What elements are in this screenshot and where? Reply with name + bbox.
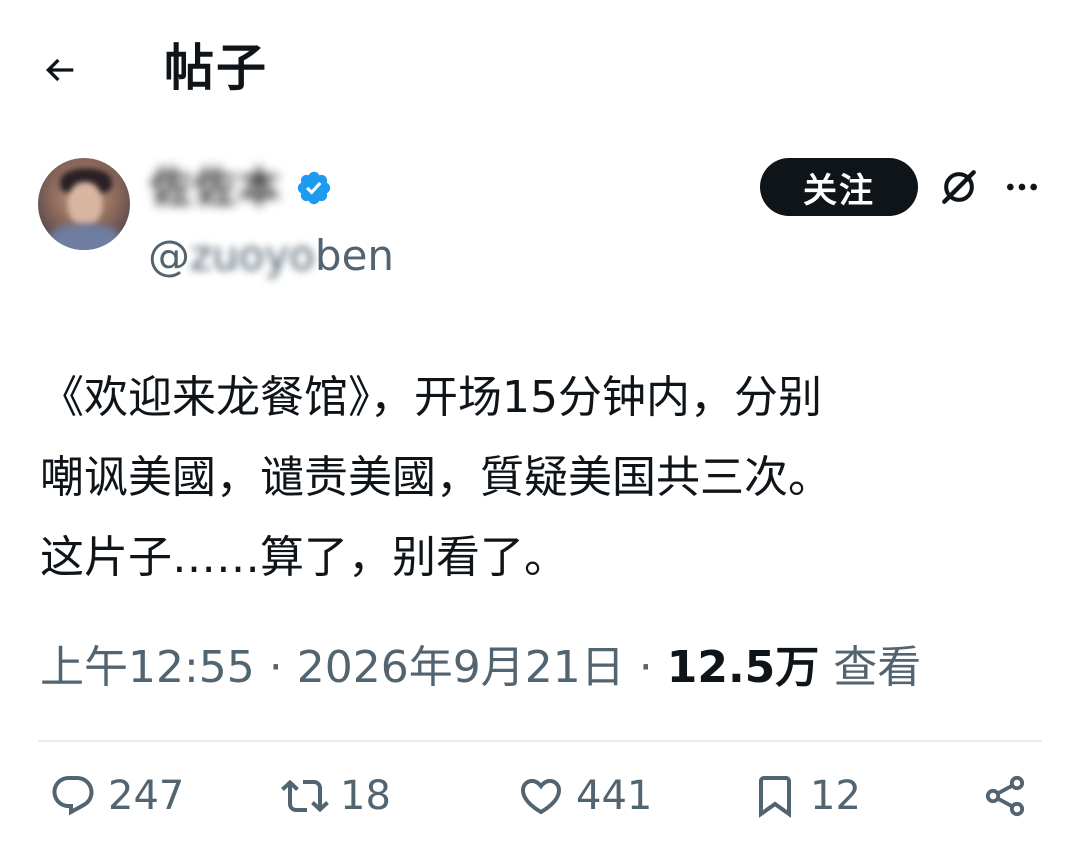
bookmark-icon — [750, 771, 800, 821]
post-date[interactable]: 2026年9月21日 — [297, 642, 625, 693]
bookmark-button[interactable]: 12 — [750, 760, 861, 832]
engagement-bar: 247 18 441 12 — [0, 760, 1080, 832]
bookmark-count: 12 — [810, 773, 861, 819]
grok-button[interactable] — [934, 162, 984, 212]
more-dots-icon — [1007, 183, 1037, 191]
display-name-text: 佐佐本 — [150, 163, 283, 212]
post-time[interactable]: 上午12:55 — [40, 642, 255, 693]
top-bar: 帖子 — [0, 0, 1080, 140]
reply-icon — [48, 771, 98, 821]
like-count: 441 — [576, 773, 653, 819]
repost-count: 18 — [340, 773, 391, 819]
divider — [38, 740, 1042, 742]
share-icon — [980, 771, 1030, 821]
back-button[interactable] — [36, 46, 84, 94]
post-text: 《欢迎来龙餐馆》，开场15分钟内，分别 嘲讽美國，谴责美國，質疑美国共三次。 这… — [40, 372, 832, 583]
views-label: 查看 — [833, 642, 922, 693]
repost-button[interactable]: 18 — [280, 760, 391, 832]
reply-count: 247 — [108, 773, 185, 819]
handle-hidden: zuoyo — [190, 231, 315, 280]
reply-button[interactable]: 247 — [48, 760, 184, 832]
meta-separator-1: · — [254, 642, 297, 693]
meta-separator-2: · — [624, 642, 667, 693]
handle-suffix: ben — [314, 231, 395, 280]
grok-icon — [942, 170, 976, 204]
avatar[interactable] — [38, 158, 130, 250]
share-button[interactable] — [980, 760, 1030, 832]
post-meta: 上午12:55 · 2026年9月21日 · 12.5万 查看 — [40, 636, 921, 700]
page-title: 帖子 — [164, 39, 268, 97]
verified-badge-icon — [294, 168, 334, 208]
heart-icon — [516, 771, 566, 821]
like-button[interactable]: 441 — [516, 760, 652, 832]
handle-prefix: @ — [148, 231, 190, 280]
more-options-button[interactable] — [996, 162, 1048, 212]
follow-button[interactable]: 关注 — [760, 158, 918, 216]
repost-icon — [280, 771, 330, 821]
arrow-left-icon — [45, 58, 74, 82]
author-handle[interactable]: @zuoyoben — [148, 228, 394, 284]
author-display-name[interactable]: 佐佐本 — [150, 160, 334, 216]
views-count[interactable]: 12.5万 — [667, 642, 820, 693]
